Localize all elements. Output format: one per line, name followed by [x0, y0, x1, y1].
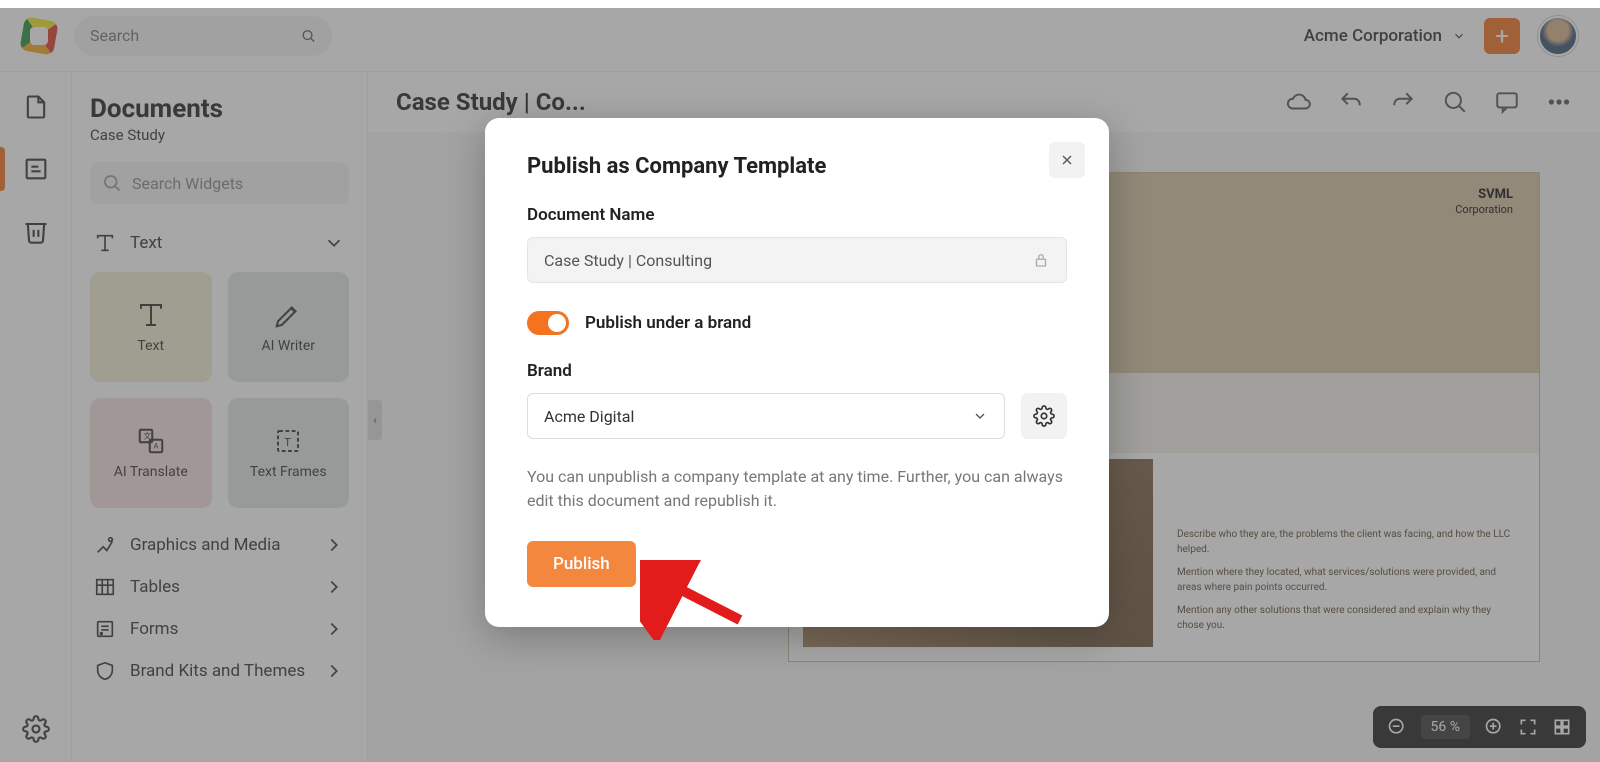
brand-label: Brand [527, 361, 1067, 381]
publish-brand-toggle[interactable] [527, 311, 569, 335]
toggle-label: Publish under a brand [585, 313, 751, 333]
brand-select[interactable]: Acme Digital [527, 393, 1005, 439]
modal-hint: You can unpublish a company template at … [527, 465, 1067, 513]
modal-title: Publish as Company Template [527, 154, 1067, 179]
publish-button[interactable]: Publish [527, 541, 636, 587]
doc-name-label: Document Name [527, 205, 1067, 225]
close-button[interactable] [1049, 142, 1085, 178]
lock-icon [1032, 251, 1050, 269]
doc-name-input: Case Study | Consulting [527, 237, 1067, 283]
chevron-down-icon [972, 408, 988, 424]
publish-modal: Publish as Company Template Document Nam… [485, 118, 1109, 627]
brand-settings-button[interactable] [1021, 393, 1067, 439]
